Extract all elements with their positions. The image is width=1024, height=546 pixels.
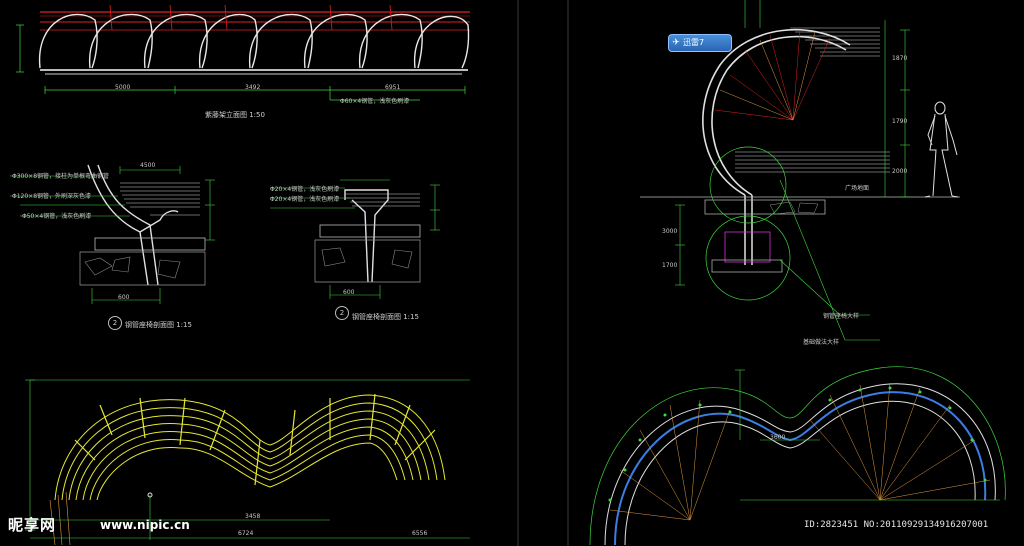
pergola-elevation bbox=[16, 4, 470, 101]
plane-icon: ✈ bbox=[672, 38, 680, 48]
dim-label: 4500 bbox=[140, 162, 156, 169]
dim-label: 1790 bbox=[892, 118, 908, 125]
watermark-url: www.nipic.cn bbox=[100, 518, 190, 532]
note-label: Φ60×4钢管，浅灰色刷漆 bbox=[340, 98, 410, 105]
note-label: Φ20×4钢管，浅灰色刷漆 bbox=[270, 186, 340, 193]
cad-canvas: 紫藤架立面图 1:50 2 钢管座椅剖面图 1:15 2 钢管座椅剖面图 1:1… bbox=[0, 0, 1024, 546]
section-2-number: 2 bbox=[335, 306, 349, 320]
bench-plan-radial bbox=[589, 366, 1006, 546]
dim-label: 2000 bbox=[892, 168, 908, 175]
dim-label: 6724 bbox=[238, 530, 254, 537]
dim-label: 3000 bbox=[662, 228, 678, 235]
section-title-2: 钢管座椅剖面图 1:15 bbox=[352, 313, 419, 321]
dim-label: 600 bbox=[118, 294, 130, 301]
cad-drawing bbox=[10, 0, 1006, 546]
bench-plan-yellow bbox=[25, 379, 470, 546]
dim-label: 1700 bbox=[662, 262, 678, 269]
elevation-title: 紫藤架立面图 1:50 bbox=[205, 111, 265, 119]
dim-label: 6951 bbox=[385, 84, 401, 91]
note-label: Φ300×8钢管，接柱为单根弯曲钢管 bbox=[12, 173, 110, 180]
section-1-number: 2 bbox=[108, 316, 122, 330]
dim-label: 1870 bbox=[892, 55, 908, 62]
note-label: Φ50×4钢管，浅灰色刷漆 bbox=[22, 213, 92, 220]
dim-label: 5000 bbox=[115, 84, 131, 91]
ground-label: 广场地面 bbox=[845, 185, 870, 192]
xunlei-badge[interactable]: ✈ 迅雷7 bbox=[668, 34, 732, 52]
watermark-id: ID:2823451 NO:20110929134916207001 bbox=[804, 520, 989, 530]
dim-label: 600 bbox=[343, 289, 355, 296]
dim-label: 3600 bbox=[770, 434, 786, 441]
badge-label: 迅雷7 bbox=[683, 38, 705, 47]
dim-label: 6556 bbox=[412, 530, 428, 537]
detail-label-foundation: 基础做法大样 bbox=[803, 339, 840, 346]
detail-label-bench: 钢管座椅大样 bbox=[823, 313, 860, 320]
watermark-logo: 昵享网 bbox=[8, 516, 57, 534]
bench-section-1 bbox=[10, 164, 215, 304]
dim-label: 3492 bbox=[245, 84, 261, 91]
note-label: Φ20×4钢管，浅灰色刷漆 bbox=[270, 196, 340, 203]
dim-label: 3458 bbox=[245, 513, 261, 520]
note-label: Φ120×8钢管，外刷深灰色漆 bbox=[12, 193, 92, 200]
section-title-1: 钢管座椅剖面图 1:15 bbox=[125, 321, 192, 329]
